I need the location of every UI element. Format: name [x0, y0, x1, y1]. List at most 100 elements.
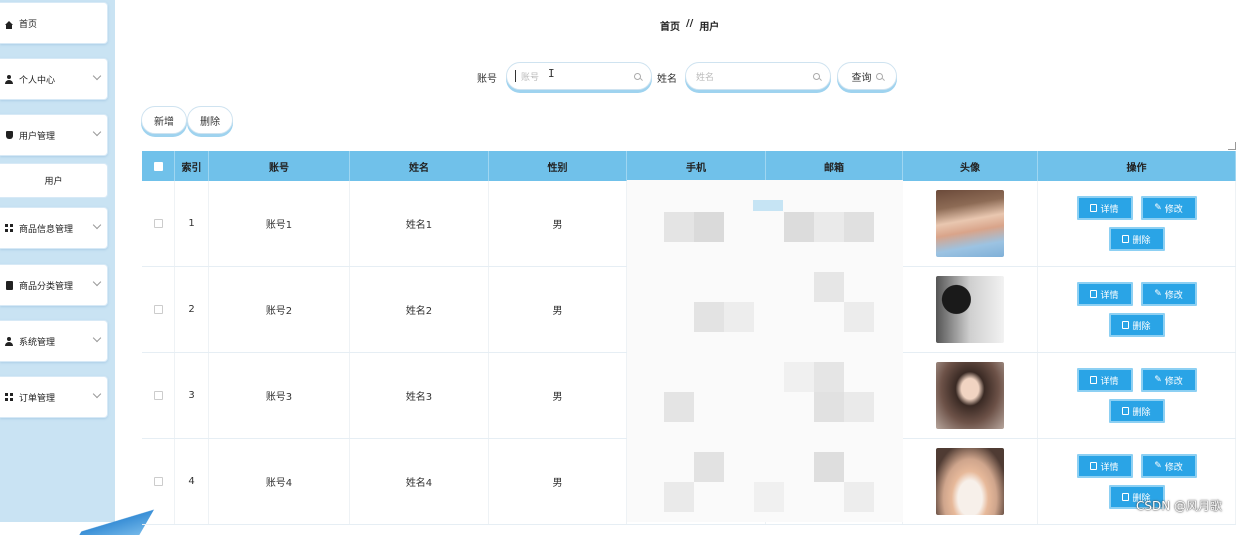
breadcrumb-home[interactable]: 首页	[660, 18, 680, 33]
sidebar-item-product-info[interactable]: 商品信息管理	[0, 207, 108, 249]
document-icon	[1090, 462, 1097, 470]
cell-gender: 男	[489, 439, 627, 524]
delete-button-label: 删除	[1132, 233, 1150, 246]
vase-icon	[4, 130, 14, 140]
sidebar-item-product-category[interactable]: 商品分类管理	[0, 264, 108, 306]
chevron-down-icon	[93, 278, 101, 286]
detail-button[interactable]: 详情	[1077, 368, 1133, 392]
delete-button-label: 删除	[1132, 405, 1150, 418]
clipboard-icon	[4, 280, 14, 290]
sidebar-item-orders[interactable]: 订单管理	[0, 376, 108, 418]
watermark: CSDN @风月歌	[1136, 497, 1222, 514]
sidebar-item-home[interactable]: 首页	[0, 2, 108, 44]
detail-button[interactable]: 详情	[1077, 282, 1133, 306]
account-search-input[interactable]: 账号	[506, 62, 652, 90]
search-icon	[634, 73, 641, 80]
trash-icon	[1122, 493, 1129, 501]
edit-button[interactable]: ✎修改	[1141, 454, 1197, 478]
cell-gender: 男	[489, 353, 627, 438]
add-button[interactable]: 新增	[141, 106, 187, 134]
row-checkbox[interactable]	[154, 477, 163, 486]
column-header: 账号	[209, 151, 350, 181]
account-search-placeholder: 账号	[521, 70, 539, 83]
query-button-label: 查询	[852, 69, 872, 84]
row-checkbox[interactable]	[154, 305, 163, 314]
edit-button-label: 修改	[1165, 288, 1183, 301]
trash-icon	[1122, 235, 1129, 243]
edit-button[interactable]: ✎修改	[1141, 368, 1197, 392]
row-delete-button[interactable]: 删除	[1109, 313, 1165, 337]
name-search-input[interactable]: 姓名	[685, 62, 831, 90]
row-checkbox[interactable]	[154, 219, 163, 228]
column-header: 性别	[489, 151, 627, 181]
name-search-placeholder: 姓名	[696, 70, 714, 83]
cell-index: 2	[175, 267, 209, 352]
avatar	[936, 362, 1004, 429]
chevron-down-icon	[93, 390, 101, 398]
sidebar-item-label: 首页	[19, 17, 37, 30]
cell-account: 账号2	[209, 267, 350, 352]
cell-account: 账号3	[209, 353, 350, 438]
decorative-tab	[753, 200, 783, 211]
user-icon	[4, 336, 14, 346]
cell-account: 账号1	[209, 181, 350, 266]
add-button-label: 新增	[154, 113, 174, 128]
cell-index: 4	[175, 439, 209, 524]
table-header: 索引 账号 姓名 性别 手机 邮箱 头像 操作	[142, 151, 1236, 181]
column-header: 索引	[175, 151, 209, 181]
edit-button[interactable]: ✎修改	[1141, 196, 1197, 220]
search-icon	[876, 73, 883, 80]
home-icon	[4, 18, 14, 28]
avatar	[936, 276, 1004, 343]
cell-name: 姓名2	[350, 267, 489, 352]
detail-button[interactable]: 详情	[1077, 454, 1133, 478]
breadcrumb-current: 用户	[699, 18, 719, 33]
sidebar-item-system[interactable]: 系统管理	[0, 320, 108, 362]
trash-icon	[1122, 321, 1129, 329]
breadcrumb-separator: //	[686, 18, 693, 33]
sidebar-subitem-user[interactable]: 用户	[0, 163, 108, 198]
document-icon	[1090, 376, 1097, 384]
grid-icon	[4, 392, 14, 402]
name-search-label: 姓名	[657, 70, 677, 85]
sidebar-item-label: 订单管理	[19, 391, 55, 404]
sidebar-item-user-management[interactable]: 用户管理	[0, 114, 108, 156]
row-checkbox[interactable]	[154, 391, 163, 400]
cell-index: 3	[175, 353, 209, 438]
column-header: 头像	[903, 151, 1038, 181]
sidebar-subitem-label: 用户	[44, 174, 62, 187]
account-search-label: 账号	[477, 70, 497, 85]
delete-button[interactable]: 删除	[187, 106, 233, 134]
text-cursor	[515, 70, 516, 82]
cell-name: 姓名3	[350, 353, 489, 438]
sidebar-item-label: 系统管理	[19, 335, 55, 348]
resize-handle[interactable]	[1228, 142, 1236, 150]
cell-account: 账号4	[209, 439, 350, 524]
document-icon	[1090, 204, 1097, 212]
detail-button-label: 详情	[1100, 374, 1118, 387]
sidebar-item-label: 商品分类管理	[19, 279, 73, 292]
select-all-checkbox[interactable]	[154, 162, 163, 171]
edit-icon: ✎	[1154, 289, 1162, 299]
query-button[interactable]: 查询	[837, 62, 897, 90]
avatar	[936, 190, 1004, 257]
document-icon	[1090, 290, 1097, 298]
cell-name: 姓名1	[350, 181, 489, 266]
delete-button-label: 删除	[1132, 319, 1150, 332]
ibeam-cursor-icon: I	[548, 67, 555, 80]
chevron-down-icon	[93, 334, 101, 342]
cell-gender: 男	[489, 267, 627, 352]
edit-button[interactable]: ✎修改	[1141, 282, 1197, 306]
row-delete-button[interactable]: 删除	[1109, 227, 1165, 251]
sidebar-item-label: 用户管理	[19, 129, 55, 142]
column-header: 邮箱	[766, 151, 903, 181]
column-header: 手机	[627, 151, 766, 181]
search-icon	[813, 73, 820, 80]
detail-button-label: 详情	[1100, 202, 1118, 215]
search-bar: 账号 账号 I 姓名 姓名 查询	[0, 62, 1236, 92]
edit-button-label: 修改	[1165, 460, 1183, 473]
row-delete-button[interactable]: 删除	[1109, 399, 1165, 423]
detail-button-label: 详情	[1100, 288, 1118, 301]
detail-button-label: 详情	[1100, 460, 1118, 473]
detail-button[interactable]: 详情	[1077, 196, 1133, 220]
